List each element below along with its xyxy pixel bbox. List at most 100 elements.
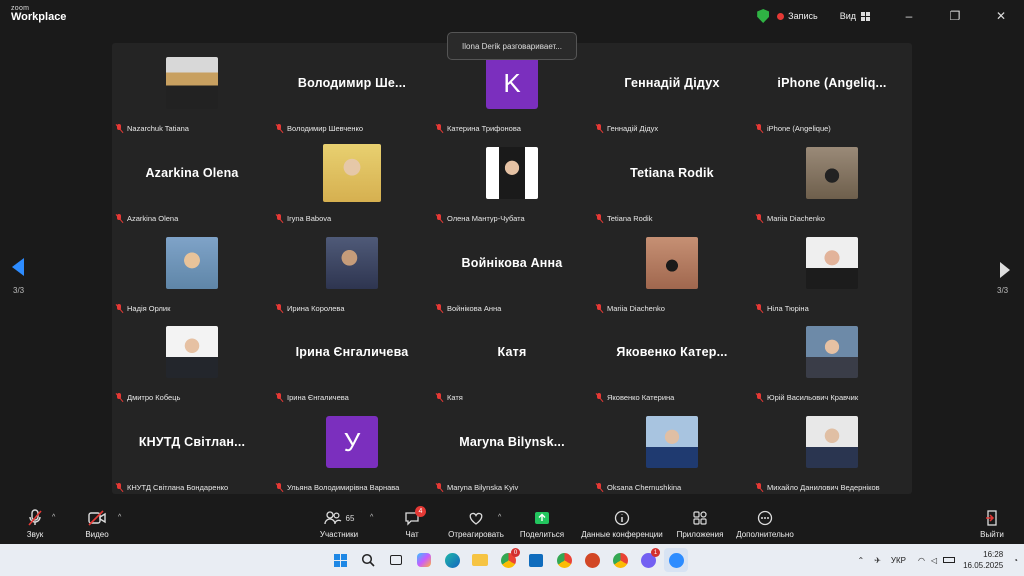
mic-muted-icon — [115, 392, 123, 402]
participant-name: Ирина Королева — [287, 303, 345, 313]
network-status-icon[interactable]: ✈ — [874, 556, 881, 565]
mic-muted-icon — [275, 392, 283, 402]
participant-tile[interactable]: Iryna Babova — [272, 134, 432, 224]
participant-name: Володимир Шевченко — [287, 123, 364, 133]
participant-tile[interactable]: Надія Орлик — [112, 224, 272, 314]
microphone-muted-icon — [28, 509, 42, 526]
participant-tile[interactable]: Maryna Bilynsk... Maryna Bilynska Kyiv — [432, 403, 592, 493]
share-screen-button[interactable]: Поделиться — [518, 508, 566, 542]
participant-name: Катерина Трифонова — [447, 123, 521, 133]
mic-muted-icon — [595, 213, 603, 223]
task-view-icon[interactable] — [384, 548, 408, 572]
audio-button[interactable]: Звук — [24, 508, 46, 542]
previous-page-arrow-icon[interactable] — [12, 258, 24, 276]
participant-tile[interactable]: Михайло Данилович Ведерніков — [752, 403, 912, 493]
view-button[interactable]: Вид — [840, 11, 856, 21]
mic-muted-icon — [595, 303, 603, 313]
participant-tile[interactable]: iPhone (Angeliq... iPhone (Angelique) — [752, 44, 912, 134]
participant-display-name: Геннадій Дідух — [624, 76, 720, 90]
zoom-app-icon[interactable] — [664, 548, 688, 572]
battery-icon[interactable] — [943, 557, 956, 563]
share-screen-icon — [535, 512, 549, 524]
participants-button[interactable]: 65 Участники — [316, 508, 362, 542]
reactions-options-chevron-icon[interactable]: ^ — [498, 514, 501, 521]
participant-photo — [806, 416, 858, 468]
participant-tile[interactable]: Яковенко Катер... Яковенко Катерина — [592, 313, 752, 403]
participant-tile[interactable]: Oksana Chernushkina — [592, 403, 752, 493]
mic-muted-icon — [115, 482, 123, 492]
video-button[interactable]: Видео — [84, 508, 110, 542]
windows-start-icon[interactable] — [328, 548, 352, 572]
apps-label: Приложения — [676, 530, 724, 539]
encryption-shield-icon[interactable] — [757, 9, 770, 23]
chat-button[interactable]: 4 Чат — [402, 506, 426, 542]
participant-name: Дмитро Кобець — [127, 392, 181, 402]
chat-unread-badge: 4 — [415, 506, 426, 517]
participant-tile[interactable]: КНУТД Світлан... КНУТД Світлана Бондарен… — [112, 403, 272, 493]
participant-tile[interactable]: Nazarchuk Tatiana — [112, 44, 272, 134]
chrome-secondary-icon[interactable] — [608, 548, 632, 572]
apps-icon — [693, 511, 707, 525]
participant-tile[interactable]: Ирина Королева — [272, 224, 432, 314]
reactions-button[interactable]: Отреагировать — [448, 508, 504, 542]
more-button[interactable]: Дополнительно — [734, 508, 796, 542]
meeting-info-label: Данные конференции — [581, 530, 663, 539]
participant-name: Iryna Babova — [287, 213, 332, 223]
mic-muted-icon — [435, 392, 443, 402]
participant-tile[interactable]: Володимир Ше... Володимир Шевченко — [272, 44, 432, 134]
microsoft-store-icon[interactable] — [524, 548, 548, 572]
participant-display-name: Tetiana Rodik — [630, 166, 714, 180]
participant-tile[interactable]: Войнікова Анна Войнікова Анна — [432, 224, 592, 314]
chrome-browser-icon[interactable]: 0 — [496, 548, 520, 572]
powerpoint-icon[interactable] — [580, 548, 604, 572]
record-label[interactable]: Запись — [788, 11, 818, 21]
participant-tile[interactable]: Юрій Васильович Кравчик — [752, 313, 912, 403]
participant-tile[interactable]: Mariia Diachenko — [592, 224, 752, 314]
participant-photo — [326, 237, 378, 289]
participant-tile[interactable]: Олена Мантур-Чубата — [432, 134, 592, 224]
keyboard-language[interactable]: УКР — [891, 556, 906, 565]
participant-tile[interactable]: Ніла Тюріна — [752, 224, 912, 314]
participant-tile[interactable]: Ірина Єнгаличева Ірина Єнгаличева — [272, 313, 432, 403]
viber-icon[interactable]: 1 — [636, 548, 660, 572]
mic-muted-icon — [275, 482, 283, 492]
participant-tile[interactable]: У Ульяна Володимирівна Варнава — [272, 403, 432, 493]
volume-icon[interactable]: ◁ — [931, 556, 937, 565]
edge-browser-icon[interactable] — [440, 548, 464, 572]
wifi-icon[interactable]: ◠ — [918, 556, 925, 565]
participant-tile[interactable]: Tetiana Rodik Tetiana Rodik — [592, 134, 752, 224]
zoom-logo: zoom Workplace — [11, 5, 66, 23]
participants-options-chevron-icon[interactable]: ^ — [370, 514, 373, 521]
participant-tile[interactable]: Дмитро Кобець — [112, 313, 272, 403]
mic-muted-icon — [275, 303, 283, 313]
grid-icon[interactable] — [861, 11, 870, 21]
participant-tile[interactable]: Геннадій Дідух Геннадій Дідух — [592, 44, 752, 134]
audio-options-chevron-icon[interactable]: ^ — [52, 514, 55, 521]
video-options-chevron-icon[interactable]: ^ — [118, 514, 121, 521]
search-icon[interactable] — [356, 548, 380, 572]
mic-muted-icon — [755, 482, 763, 492]
chrome-profile-icon[interactable] — [552, 548, 576, 572]
leave-label: Выйти — [980, 530, 1004, 539]
windows-taskbar: 0 1 ⌃ ✈ УКР ◠ ◁ 16:28 16.05.2025 ◔ — [0, 544, 1024, 576]
leave-meeting-button[interactable]: Выйти — [980, 508, 1004, 542]
participant-tile[interactable]: Mariia Diachenko — [752, 134, 912, 224]
participant-name: Михайло Данилович Ведерніков — [767, 482, 880, 492]
restore-button[interactable]: ❐ — [932, 0, 978, 32]
tray-overflow-chevron-icon[interactable]: ⌃ — [857, 556, 864, 565]
apps-button[interactable]: Приложения — [676, 508, 724, 542]
participant-photo — [166, 237, 218, 289]
file-explorer-icon[interactable] — [468, 548, 492, 572]
close-button[interactable]: ✕ — [978, 0, 1024, 32]
meeting-info-button[interactable]: Данные конференции — [580, 508, 664, 542]
gallery-view: Nazarchuk Tatiana Володимир Ше... Володи… — [112, 43, 912, 494]
notifications-bell-icon[interactable]: ◔ — [1013, 556, 1018, 565]
participant-tile[interactable]: Катя Катя — [432, 313, 592, 403]
system-clock[interactable]: 16:28 16.05.2025 — [963, 549, 1003, 571]
minimize-button[interactable]: – — [886, 0, 932, 32]
participant-tile[interactable]: Azarkina Olena Azarkina Olena — [112, 134, 272, 224]
next-page-arrow-icon[interactable] — [1000, 262, 1010, 278]
copilot-icon[interactable] — [412, 548, 436, 572]
chat-label: Чат — [405, 530, 419, 539]
mic-muted-icon — [755, 123, 763, 133]
